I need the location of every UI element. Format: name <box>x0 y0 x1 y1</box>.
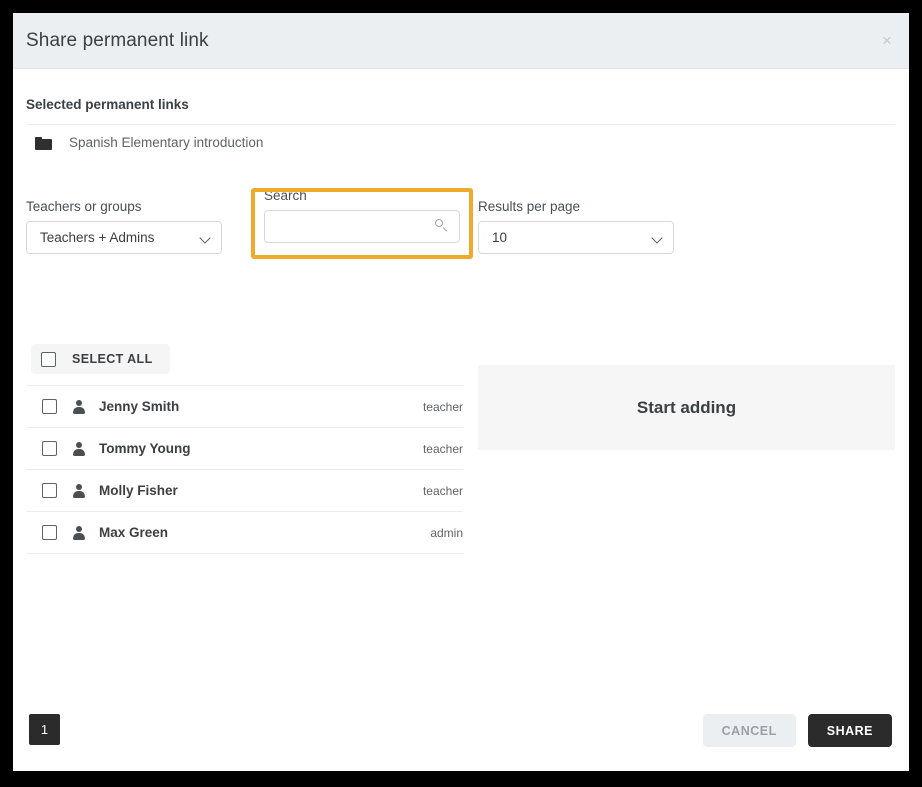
user-role: teacher <box>422 441 463 456</box>
dialog-footer: 1 CANCEL SHARE <box>13 714 909 771</box>
user-role: teacher <box>422 483 463 498</box>
user-name: Jenny Smith <box>99 399 180 414</box>
close-icon[interactable]: × <box>873 27 901 55</box>
dialog-header: Share permanent link × <box>13 13 909 69</box>
select-all-label: SELECT ALL <box>72 352 153 366</box>
search-field: Search <box>251 188 473 243</box>
user-list: Jenny Smith teacher Tommy Young teacher … <box>26 385 463 554</box>
search-label: Search <box>264 188 307 203</box>
select-all-button[interactable]: SELECT ALL <box>31 344 170 374</box>
table-row[interactable]: Molly Fisher teacher <box>26 470 463 512</box>
person-icon <box>72 483 86 498</box>
section-divider <box>26 124 895 125</box>
user-checkbox[interactable] <box>42 399 57 414</box>
results-per-page-value: 10 <box>492 230 508 245</box>
select-all-checkbox[interactable] <box>41 351 56 367</box>
results-per-page-field: Results per page 10 <box>478 199 674 254</box>
table-row[interactable]: Jenny Smith teacher <box>26 385 463 428</box>
user-name: Molly Fisher <box>99 483 178 498</box>
user-checkbox[interactable] <box>42 483 57 498</box>
cancel-button[interactable]: CANCEL <box>702 714 796 747</box>
results-per-page-label: Results per page <box>478 199 581 214</box>
table-row[interactable]: Max Green admin <box>26 512 463 554</box>
teachers-or-groups-select[interactable]: Teachers + Admins <box>26 221 222 254</box>
person-icon <box>72 399 86 414</box>
user-role: admin <box>430 525 463 540</box>
teachers-or-groups-field: Teachers or groups Teachers + Admins <box>26 199 222 254</box>
pagination-page-1[interactable]: 1 <box>29 714 60 745</box>
table-row[interactable]: Tommy Young teacher <box>26 428 463 470</box>
chevron-down-icon <box>653 234 662 243</box>
user-name: Max Green <box>99 525 169 540</box>
search-input[interactable] <box>264 210 460 243</box>
selected-link-item[interactable]: Spanish Elementary introduction <box>35 135 263 150</box>
person-icon <box>72 441 86 456</box>
search-input-wrap <box>264 210 460 243</box>
chevron-down-icon <box>201 234 210 243</box>
results-per-page-select[interactable]: 10 <box>478 221 674 254</box>
start-adding-panel: Start adding <box>478 365 895 450</box>
folder-icon <box>35 136 52 150</box>
screenshot-frame: Share permanent link × Selected permanen… <box>0 0 922 787</box>
user-checkbox[interactable] <box>42 441 57 456</box>
share-button[interactable]: SHARE <box>807 714 892 747</box>
user-role: teacher <box>422 399 463 414</box>
share-permanent-link-dialog: Share permanent link × Selected permanen… <box>13 13 909 771</box>
person-icon <box>72 525 86 540</box>
dialog-body: Selected permanent links Spanish Element… <box>13 69 909 714</box>
selected-links-heading: Selected permanent links <box>26 97 189 112</box>
teachers-or-groups-label: Teachers or groups <box>26 199 142 214</box>
filter-controls: Teachers or groups Teachers + Admins Sea… <box>13 188 909 279</box>
dialog-title: Share permanent link <box>26 30 209 51</box>
start-adding-label: Start adding <box>636 397 737 417</box>
user-name: Tommy Young <box>99 441 191 456</box>
footer-actions: CANCEL SHARE <box>702 714 892 747</box>
selected-link-label: Spanish Elementary introduction <box>69 135 264 150</box>
user-checkbox[interactable] <box>42 525 57 540</box>
teachers-or-groups-value: Teachers + Admins <box>40 230 155 245</box>
